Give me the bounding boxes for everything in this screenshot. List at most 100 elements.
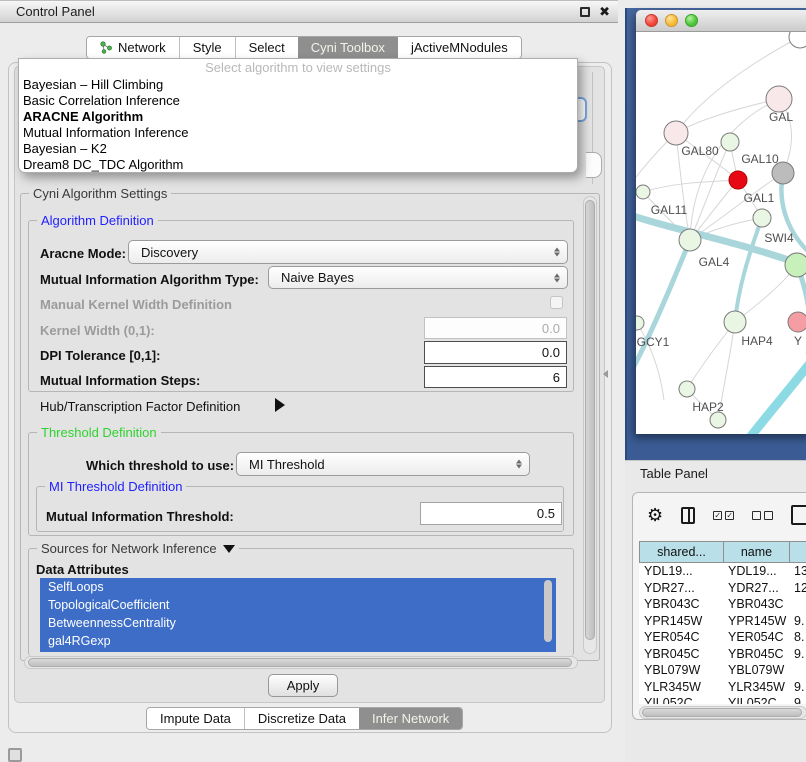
table-row[interactable]: YLR345WYLR345W9. [639, 679, 806, 696]
collapsed-panel-icon[interactable] [8, 748, 22, 762]
network-nodes [636, 32, 806, 428]
expand-arrow-icon[interactable] [275, 398, 285, 412]
tab-style[interactable]: Style [179, 37, 235, 58]
table-row[interactable]: YPR145WYPR145W9. [639, 613, 806, 630]
splitter-grip[interactable] [603, 370, 608, 378]
network-window-titlebar[interactable] [636, 10, 806, 32]
minimize-traffic-icon[interactable] [665, 14, 678, 27]
zoom-traffic-icon[interactable] [685, 14, 698, 27]
list-item-gal4rgexp[interactable]: gal4RGexp [40, 632, 556, 650]
table-row[interactable]: YER054CYER054C8. [639, 629, 806, 646]
svg-text:GAL1: GAL1 [744, 191, 775, 205]
mi-algorithm-type-value: Naive Bayes [281, 270, 354, 285]
tab-jactivemnodules[interactable]: jActiveMNodules [398, 37, 521, 58]
dropdown-item-basic-correlation[interactable]: Basic Correlation Inference [19, 93, 577, 109]
tab-impute-data[interactable]: Impute Data [147, 708, 244, 729]
tab-infer-network[interactable]: Infer Network [359, 708, 462, 729]
dropdown-item-bayesian-k2[interactable]: Bayesian – K2 [19, 141, 577, 157]
settings-vertical-scrollbar[interactable] [583, 196, 597, 654]
node-gal1[interactable] [753, 209, 771, 227]
node-table: shared... name A YDL19...YDL19...13 YDR2… [639, 541, 806, 704]
apply-button[interactable]: Apply [268, 674, 338, 697]
float-window-icon[interactable] [580, 7, 590, 17]
mi-threshold-field[interactable] [420, 502, 562, 525]
column-view-icon[interactable] [681, 507, 695, 524]
node-gcy1[interactable] [636, 316, 644, 330]
node-hap2[interactable] [679, 381, 695, 397]
dpi-tolerance-field[interactable] [424, 341, 567, 364]
tab-network[interactable]: Network [87, 37, 179, 58]
stepper-icon [554, 273, 560, 282]
table-horizontal-scrollbar-thumb[interactable] [642, 708, 802, 717]
mi-steps-field[interactable] [424, 366, 567, 388]
control-panel-title: Control Panel [16, 4, 95, 19]
node-gal4[interactable] [679, 229, 701, 251]
column-header-partial[interactable]: A [790, 542, 806, 562]
list-item-selfloops[interactable]: SelfLoops [40, 578, 556, 596]
node-gal80[interactable] [664, 121, 688, 145]
deselect-all-checkboxes-icon[interactable] [752, 511, 773, 520]
node-gal11[interactable] [636, 185, 650, 199]
table-panel-window: ⚙ ✓✓ shared... name A YDL19...YDL19...13… [632, 492, 806, 720]
node-selected[interactable] [729, 171, 747, 189]
node[interactable] [721, 133, 739, 151]
node-y[interactable] [788, 312, 806, 332]
dpi-tolerance-label: DPI Tolerance [0,1]: [40, 348, 160, 363]
table-row[interactable]: YDL19...YDL19...13 [639, 563, 806, 580]
mi-algorithm-type-combo[interactable]: Naive Bayes [268, 266, 568, 289]
which-threshold-value: MI Threshold [249, 457, 325, 472]
table-row[interactable]: YIL052CYIL052C9 [639, 695, 806, 704]
close-window-icon[interactable]: ✖ [599, 7, 610, 17]
table-toolbar: ⚙ ✓✓ [633, 493, 806, 537]
dropdown-item-aracne[interactable]: ARACNE Algorithm [19, 109, 577, 125]
node[interactable] [789, 32, 806, 48]
table-row[interactable]: YBR045CYBR045C9. [639, 646, 806, 663]
export-table-icon[interactable] [791, 505, 806, 525]
stepper-icon [516, 460, 522, 469]
table-row[interactable]: YBL079WYBL079W [639, 662, 806, 679]
attributes-list-scrollbar-thumb[interactable] [544, 580, 552, 642]
kernel-width-field[interactable] [424, 317, 567, 339]
svg-text:HAP4: HAP4 [741, 334, 773, 348]
list-item-topologicalcoefficient[interactable]: TopologicalCoefficient [40, 596, 556, 614]
manual-kernel-width-label: Manual Kernel Width Definition [40, 297, 232, 312]
node[interactable] [710, 412, 726, 428]
svg-text:Y: Y [794, 334, 802, 348]
svg-text:GAL10: GAL10 [741, 152, 779, 166]
attributes-list-scrollbar[interactable] [543, 578, 553, 652]
settings-horizontal-scrollbar-thumb[interactable] [28, 658, 572, 667]
bottom-tabbar: Impute Data Discretize Data Infer Networ… [146, 707, 463, 730]
control-panel-titlebar: Control Panel ✖ [0, 0, 618, 23]
network-node-labels: GAL GAL80 GAL10 GAL1 GAL11 SWI4 GAL4 GCY… [637, 110, 802, 414]
table-row[interactable]: YDR27...YDR27...12 [639, 580, 806, 597]
svg-text:GAL: GAL [769, 110, 793, 124]
close-traffic-icon[interactable] [645, 14, 658, 27]
settings-horizontal-scrollbar[interactable] [24, 656, 578, 669]
hub-definition-label[interactable]: Hub/Transcription Factor Definition [40, 399, 240, 414]
dropdown-item-bayesian-hill-climbing[interactable]: Bayesian – Hill Climbing [19, 77, 577, 93]
node-swi4[interactable] [785, 253, 806, 277]
dropdown-item-mutual-information[interactable]: Mutual Information Inference [19, 125, 577, 141]
aracne-mode-combo[interactable]: Discovery [128, 240, 568, 264]
network-canvas[interactable]: GAL GAL80 GAL10 GAL1 GAL11 SWI4 GAL4 GCY… [636, 32, 806, 434]
column-header-name[interactable]: name [724, 542, 790, 562]
select-all-checkboxes-icon[interactable]: ✓✓ [713, 511, 734, 520]
aracne-mode-value: Discovery [141, 245, 198, 260]
tab-select[interactable]: Select [235, 37, 298, 58]
table-horizontal-scrollbar[interactable] [639, 706, 806, 719]
node-hap4[interactable] [724, 311, 746, 333]
tab-cyni-toolbox[interactable]: Cyni Toolbox [298, 37, 398, 58]
manual-kernel-width-checkbox[interactable] [550, 296, 563, 309]
node-gal[interactable] [766, 86, 792, 112]
column-header-shared-name[interactable]: shared... [640, 542, 724, 562]
tab-network-label: Network [118, 40, 166, 55]
tab-discretize-data[interactable]: Discretize Data [244, 708, 359, 729]
dropdown-item-dream8[interactable]: Dream8 DC_TDC Algorithm [19, 157, 577, 173]
sources-group-title[interactable]: Sources for Network Inference [37, 541, 239, 556]
gear-icon[interactable]: ⚙ [647, 506, 663, 524]
table-row[interactable]: YBR043CYBR043C [639, 596, 806, 613]
settings-vertical-scrollbar-thumb[interactable] [585, 200, 595, 640]
list-item-betweennesscentrality[interactable]: BetweennessCentrality [40, 614, 556, 632]
collapse-arrow-icon [223, 545, 235, 553]
which-threshold-combo[interactable]: MI Threshold [236, 452, 530, 476]
